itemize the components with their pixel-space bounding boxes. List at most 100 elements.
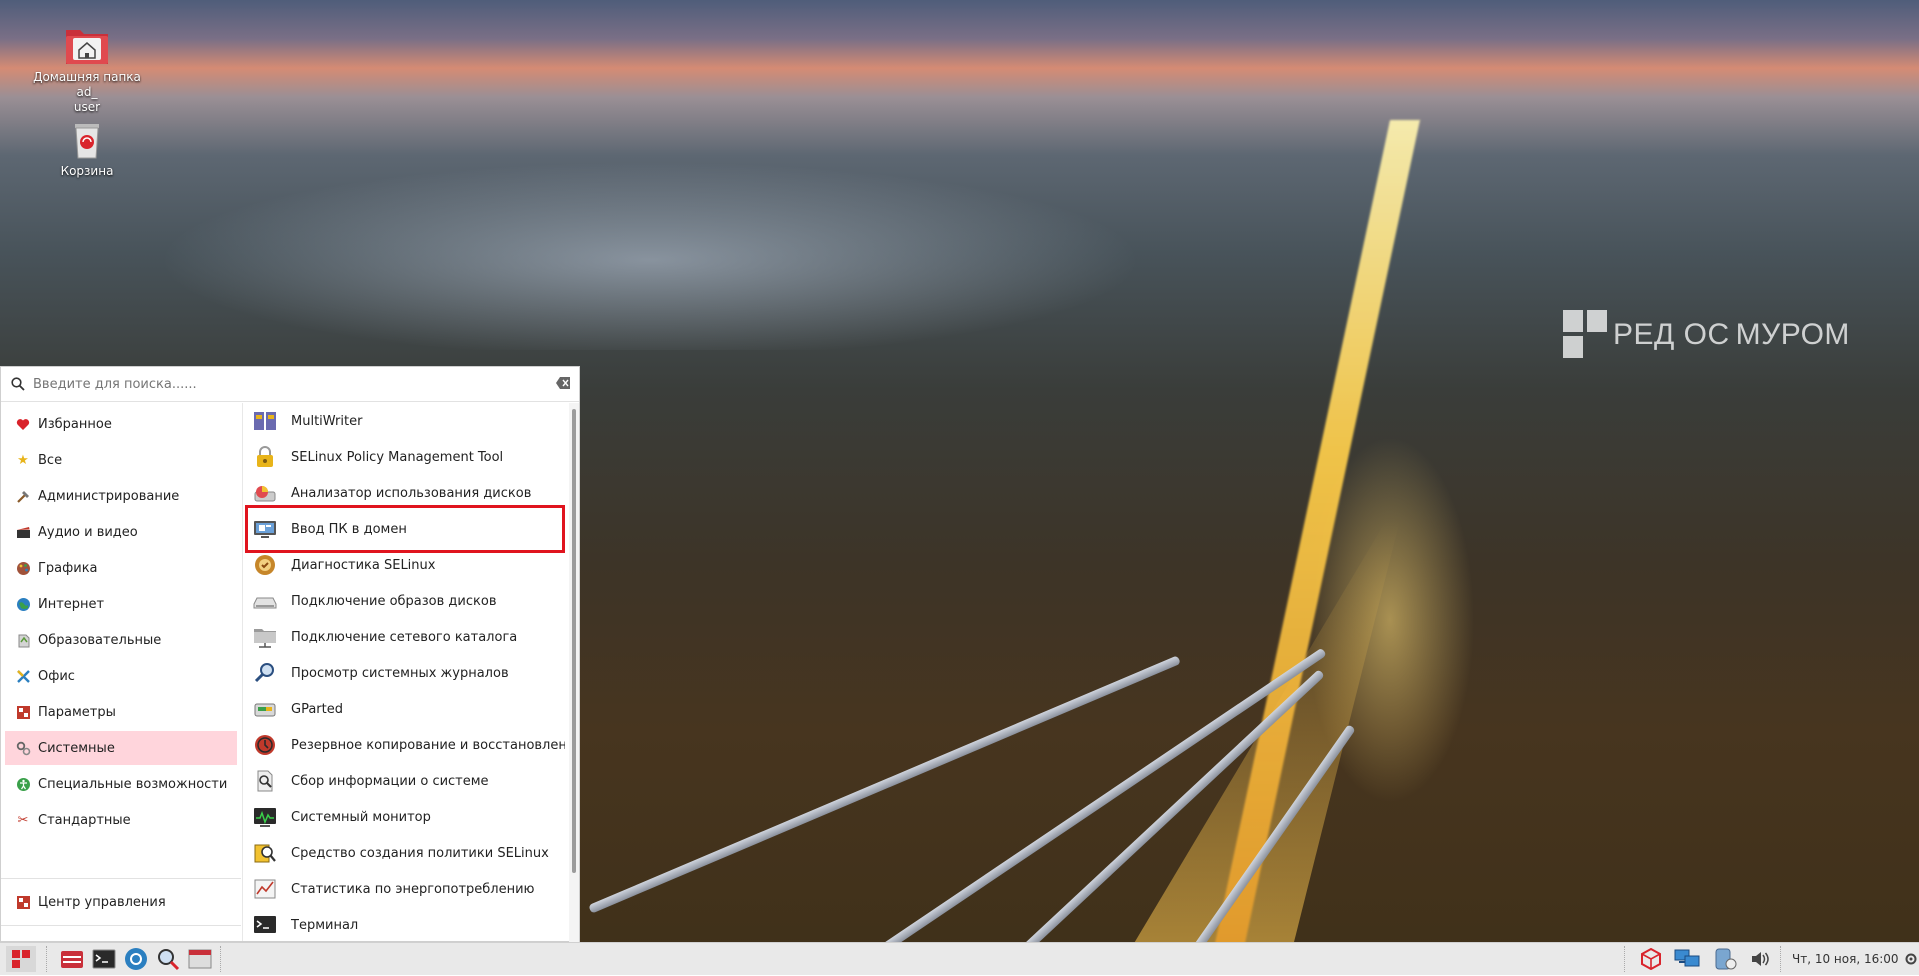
app-menu-icon (12, 950, 30, 968)
app-log-viewer[interactable]: Просмотр системных журналов (245, 656, 565, 690)
settings-icon (15, 704, 31, 720)
tray-package[interactable] (1638, 946, 1664, 972)
system-icon (15, 740, 31, 756)
tray-network[interactable] (1672, 946, 1702, 972)
trash-icon (64, 118, 110, 160)
disk-image-icon (253, 590, 277, 612)
category-system[interactable]: Системные (5, 731, 237, 765)
category-label: Все (38, 452, 63, 468)
category-education[interactable]: Образовательные (5, 623, 237, 657)
file-manager-icon (61, 951, 83, 968)
browser-icon (125, 948, 147, 970)
app-label: Системный монитор (291, 809, 431, 825)
home-folder-icon (64, 24, 110, 66)
app-label: MultiWriter (291, 413, 363, 429)
category-settings[interactable]: Параметры (5, 695, 237, 729)
app-selinux-diagnostics[interactable]: Диагностика SELinux (245, 548, 565, 582)
app-list-scrollbar[interactable] (569, 403, 579, 943)
category-label: Графика (38, 560, 98, 576)
app-multiwriter[interactable]: MultiWriter (245, 404, 565, 438)
office-icon (15, 668, 31, 684)
tray-volume[interactable] (1748, 946, 1772, 972)
desktop-icon-label: Корзина (60, 164, 114, 178)
app-power-statistics[interactable]: Статистика по энергопотреблению (245, 872, 565, 906)
tray-settings[interactable] (1904, 946, 1918, 972)
category-office[interactable]: Офис (5, 659, 237, 693)
desktop-icon-home[interactable]: Домашняя папка ad_ user (27, 24, 147, 115)
globe-icon (15, 596, 31, 612)
scissors-icon: ✂ (17, 812, 29, 828)
app-label: SELinux Policy Management Tool (291, 449, 504, 465)
control-center-item[interactable]: Центр управления (5, 885, 237, 919)
clock[interactable]: Чт, 10 ноя, 16:00 (1792, 943, 1899, 975)
volume-icon (1752, 952, 1769, 966)
desktop-icon-trash[interactable]: Корзина (27, 118, 147, 178)
terminal-icon (253, 914, 277, 936)
tray-update[interactable] (1710, 946, 1740, 972)
search-button[interactable] (154, 946, 182, 972)
category-graphics[interactable]: Графика (5, 551, 237, 585)
desktop-icon-label: Домашняя папка ad_ user (33, 70, 141, 114)
category-accessibility[interactable]: Специальные возможности (5, 767, 237, 801)
app-backup-restore[interactable]: Резервное копирование и восстановлени... (245, 728, 565, 762)
education-icon (15, 632, 31, 648)
category-label: Интернет (38, 596, 105, 612)
app-network-folder-mount[interactable]: Подключение сетевого каталога (245, 620, 565, 654)
category-label: Избранное (38, 416, 112, 432)
app-label: Резервное копирование и восстановлени... (291, 737, 565, 753)
category-label: Администрирование (38, 488, 180, 504)
app-label: Ввод ПК в домен (291, 521, 407, 537)
window-button[interactable] (186, 946, 214, 972)
app-disk-usage-analyzer[interactable]: Анализатор использования дисков (245, 476, 565, 510)
app-label: GParted (291, 701, 343, 717)
taskbar: Чт, 10 ноя, 16:00 (0, 942, 1919, 975)
redos-watermark: РЕД ОС МУРОМ (1563, 310, 1850, 360)
file-manager-button[interactable] (58, 946, 86, 972)
network-folder-icon (253, 626, 277, 648)
app-label: Диагностика SELinux (291, 557, 436, 573)
app-label: Сбор информации о системе (291, 773, 489, 789)
selinux-lock-icon (253, 446, 277, 468)
clear-search-icon[interactable] (555, 376, 571, 390)
category-administration[interactable]: Администрирование (5, 479, 237, 513)
tools-icon (15, 488, 31, 504)
category-all[interactable]: ★ Все (5, 443, 237, 477)
menu-separator (242, 403, 243, 941)
app-terminal[interactable]: Терминал (245, 908, 565, 942)
app-label: Подключение образов дисков (291, 593, 497, 609)
app-selinux-policy-management[interactable]: SELinux Policy Management Tool (245, 440, 565, 474)
category-favorites[interactable]: Избранное (5, 407, 237, 441)
app-label: Терминал (291, 917, 359, 933)
terminal-button[interactable] (90, 946, 118, 972)
category-label: Параметры (38, 704, 116, 720)
window-icon (188, 949, 212, 969)
app-label: Средство создания политики SELinux (291, 845, 549, 861)
taskbar-separator (46, 946, 49, 972)
search-bar (1, 367, 579, 402)
browser-button[interactable] (122, 946, 150, 972)
search-input[interactable] (31, 375, 545, 393)
category-label: Аудио и видео (38, 524, 138, 540)
category-list: Избранное ★ Все Администрирование Аудио … (1, 403, 241, 960)
category-audio-video[interactable]: Аудио и видео (5, 515, 237, 549)
app-selinux-policy-generator[interactable]: Средство создания политики SELinux (245, 836, 565, 870)
app-menu-button[interactable] (6, 946, 36, 972)
domain-join-icon (253, 518, 277, 540)
app-gparted[interactable]: GParted (245, 692, 565, 726)
watermark-brand: РЕД ОС (1613, 318, 1730, 351)
category-label: Специальные возможности (38, 776, 228, 792)
scrollbar-thumb[interactable] (572, 409, 576, 873)
disk-usage-icon (253, 482, 277, 504)
category-label: Образовательные (38, 632, 162, 648)
heart-icon (15, 416, 31, 432)
app-system-info[interactable]: Сбор информации о системе (245, 764, 565, 798)
category-accessories[interactable]: ✂ Стандартные (5, 803, 237, 837)
category-divider (1, 925, 241, 926)
wallpaper-cable (588, 655, 1181, 914)
update-icon (1715, 948, 1737, 970)
category-internet[interactable]: Интернет (5, 587, 237, 621)
app-disk-image-mount[interactable]: Подключение образов дисков (245, 584, 565, 618)
app-domain-join[interactable]: Ввод ПК в домен (245, 512, 565, 546)
app-system-monitor[interactable]: Системный монитор (245, 800, 565, 834)
gparted-icon (253, 698, 277, 720)
